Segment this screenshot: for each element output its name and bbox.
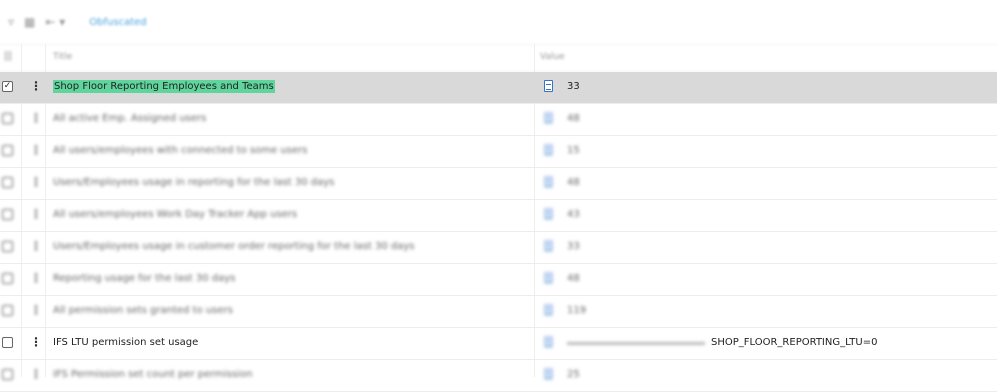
row-value: 33: [567, 241, 580, 252]
row-title: Reporting usage for the last 30 days: [53, 273, 235, 284]
row-menu-icon[interactable]: ⋮: [30, 79, 42, 93]
column-header-title[interactable]: Title: [53, 52, 72, 62]
row-value: 48: [567, 273, 580, 284]
row-menu-icon[interactable]: ⋮: [30, 335, 42, 349]
table-row[interactable]: ⋮ All users/employees Work Day Tracker Ap…: [0, 200, 997, 232]
row-title: Shop Floor Reporting Employees and Teams: [53, 80, 275, 93]
column-header-value[interactable]: Value: [540, 52, 565, 62]
table-row[interactable]: ⋮ IFS LTU permission set usage SHOP_FLOOR_…: [0, 328, 997, 360]
toolbar: ▿ ▦ ⇤ ▾ Obfuscated: [0, 0, 997, 45]
table-header: Title Value: [0, 45, 997, 72]
row-value: 119: [567, 305, 586, 316]
table-row[interactable]: ⋮ All users/employees with connected to s…: [0, 136, 997, 168]
row-checkbox[interactable]: [2, 369, 13, 380]
row-value: 43: [567, 209, 580, 220]
row-value: 48: [567, 113, 580, 124]
row-title: All users/employees with connected to so…: [53, 145, 307, 156]
document-icon[interactable]: [544, 272, 553, 284]
document-icon[interactable]: [544, 176, 553, 188]
row-checkbox[interactable]: [2, 209, 13, 220]
document-icon[interactable]: [544, 80, 553, 92]
row-menu-icon[interactable]: ⋮: [30, 175, 42, 189]
row-menu-icon[interactable]: ⋮: [30, 143, 42, 157]
row-menu-icon[interactable]: ⋮: [30, 303, 42, 317]
row-checkbox[interactable]: [2, 177, 13, 188]
table-row[interactable]: ⋮ Users/Employees usage in reporting for …: [0, 168, 997, 200]
redacted-text: [567, 342, 705, 345]
row-title: All users/employees Work Day Tracker App…: [53, 209, 297, 220]
row-checkbox[interactable]: [2, 241, 13, 252]
row-checkbox[interactable]: [2, 273, 13, 284]
columns-icon[interactable]: ▦: [24, 15, 35, 29]
filter-icon[interactable]: ▿: [8, 15, 14, 29]
row-menu-icon[interactable]: ⋮: [30, 271, 42, 285]
toolbar-link[interactable]: Obfuscated: [89, 17, 146, 28]
row-checkbox[interactable]: ✓: [2, 81, 13, 92]
row-value: 25: [567, 369, 580, 380]
export-icon[interactable]: ⇤ ▾: [45, 15, 65, 29]
row-value: 48: [567, 177, 580, 188]
table-row[interactable]: ⋮ All active Emp. Assigned users 48: [0, 104, 997, 136]
row-title: All active Emp. Assigned users: [53, 113, 206, 124]
row-checkbox[interactable]: [2, 113, 13, 124]
row-menu-icon[interactable]: ⋮: [30, 367, 42, 381]
document-icon[interactable]: [544, 240, 553, 252]
row-menu-icon[interactable]: ⋮: [30, 207, 42, 221]
row-title: IFS LTU permission set usage: [53, 337, 198, 348]
document-icon[interactable]: [544, 112, 553, 124]
row-title: Users/Employees usage in reporting for t…: [53, 177, 334, 188]
row-menu-icon[interactable]: ⋮: [30, 239, 42, 253]
row-title: IFS Permission set count per permission: [53, 369, 252, 380]
row-title: Users/Employees usage in customer order …: [53, 241, 414, 252]
document-icon[interactable]: [544, 208, 553, 220]
row-checkbox[interactable]: [2, 305, 13, 316]
table-row[interactable]: ⋮ IFS Permission set count per permission…: [0, 360, 997, 392]
document-icon[interactable]: [544, 368, 553, 380]
row-value: 33: [567, 81, 580, 92]
row-checkbox[interactable]: [2, 337, 13, 348]
document-icon[interactable]: [544, 144, 553, 156]
table-body: ✓ ⋮ Shop Floor Reporting Employees and Tea…: [0, 72, 997, 392]
table-row[interactable]: ⋮ Reporting usage for the last 30 days 48: [0, 264, 997, 296]
select-all-checkbox[interactable]: [4, 51, 12, 61]
table-row[interactable]: ✓ ⋮ Shop Floor Reporting Employees and Tea…: [0, 72, 997, 104]
row-value: SHOP_FLOOR_REPORTING_LTU=0: [711, 337, 877, 348]
document-icon[interactable]: [544, 304, 553, 316]
row-checkbox[interactable]: [2, 145, 13, 156]
row-value: 15: [567, 145, 580, 156]
table-row[interactable]: ⋮ All permission sets granted to users 119: [0, 296, 997, 328]
row-menu-icon[interactable]: ⋮: [30, 111, 42, 125]
table-row[interactable]: ⋮ Users/Employees usage in customer order…: [0, 232, 997, 264]
row-title: All permission sets granted to users: [53, 305, 233, 316]
document-icon[interactable]: [544, 336, 553, 348]
